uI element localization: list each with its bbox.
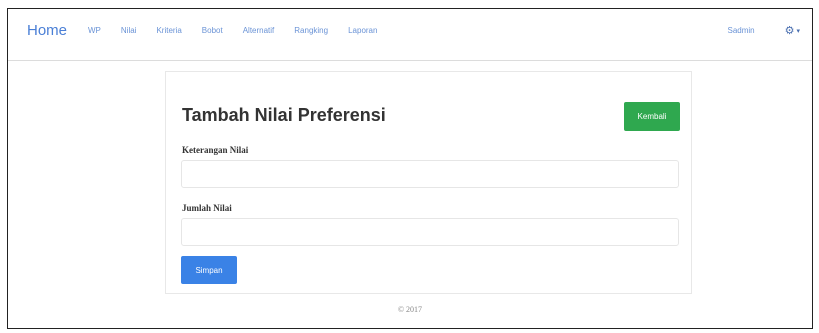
chevron-down-icon[interactable]: ▾ bbox=[796, 27, 800, 35]
navbar: Home WP Nilai Kriteria Bobot Alternatif … bbox=[8, 9, 812, 61]
nav-link-rangking[interactable]: Rangking bbox=[294, 26, 328, 35]
keterangan-nilai-label: Keterangan Nilai bbox=[182, 145, 249, 155]
form-card: Tambah Nilai Preferensi Kembali Keterang… bbox=[165, 71, 692, 294]
nav-link-laporan[interactable]: Laporan bbox=[348, 26, 377, 35]
jumlah-nilai-label: Jumlah Nilai bbox=[182, 203, 232, 213]
nav-user-link[interactable]: Sadmin bbox=[727, 26, 754, 35]
nav-link-nilai[interactable]: Nilai bbox=[121, 26, 137, 35]
nav-right: Sadmin ⚙ ▾ bbox=[727, 24, 800, 37]
browser-frame: Home WP Nilai Kriteria Bobot Alternatif … bbox=[7, 8, 813, 329]
keterangan-nilai-input[interactable] bbox=[181, 160, 679, 188]
page-title: Tambah Nilai Preferensi bbox=[182, 105, 386, 125]
nav-link-kriteria[interactable]: Kriteria bbox=[156, 26, 181, 35]
nav-link-wp[interactable]: WP bbox=[88, 26, 101, 35]
jumlah-nilai-input[interactable] bbox=[181, 218, 679, 246]
nav-link-bobot[interactable]: Bobot bbox=[202, 26, 223, 35]
nav-links: WP Nilai Kriteria Bobot Alternatif Rangk… bbox=[88, 26, 397, 35]
gear-icon[interactable]: ⚙ bbox=[785, 24, 795, 37]
save-button[interactable]: Simpan bbox=[181, 256, 237, 284]
back-button[interactable]: Kembali bbox=[624, 102, 680, 131]
nav-link-alternatif[interactable]: Alternatif bbox=[243, 26, 275, 35]
nav-brand-home[interactable]: Home bbox=[27, 22, 67, 39]
footer-copyright: © 2017 bbox=[397, 305, 423, 314]
